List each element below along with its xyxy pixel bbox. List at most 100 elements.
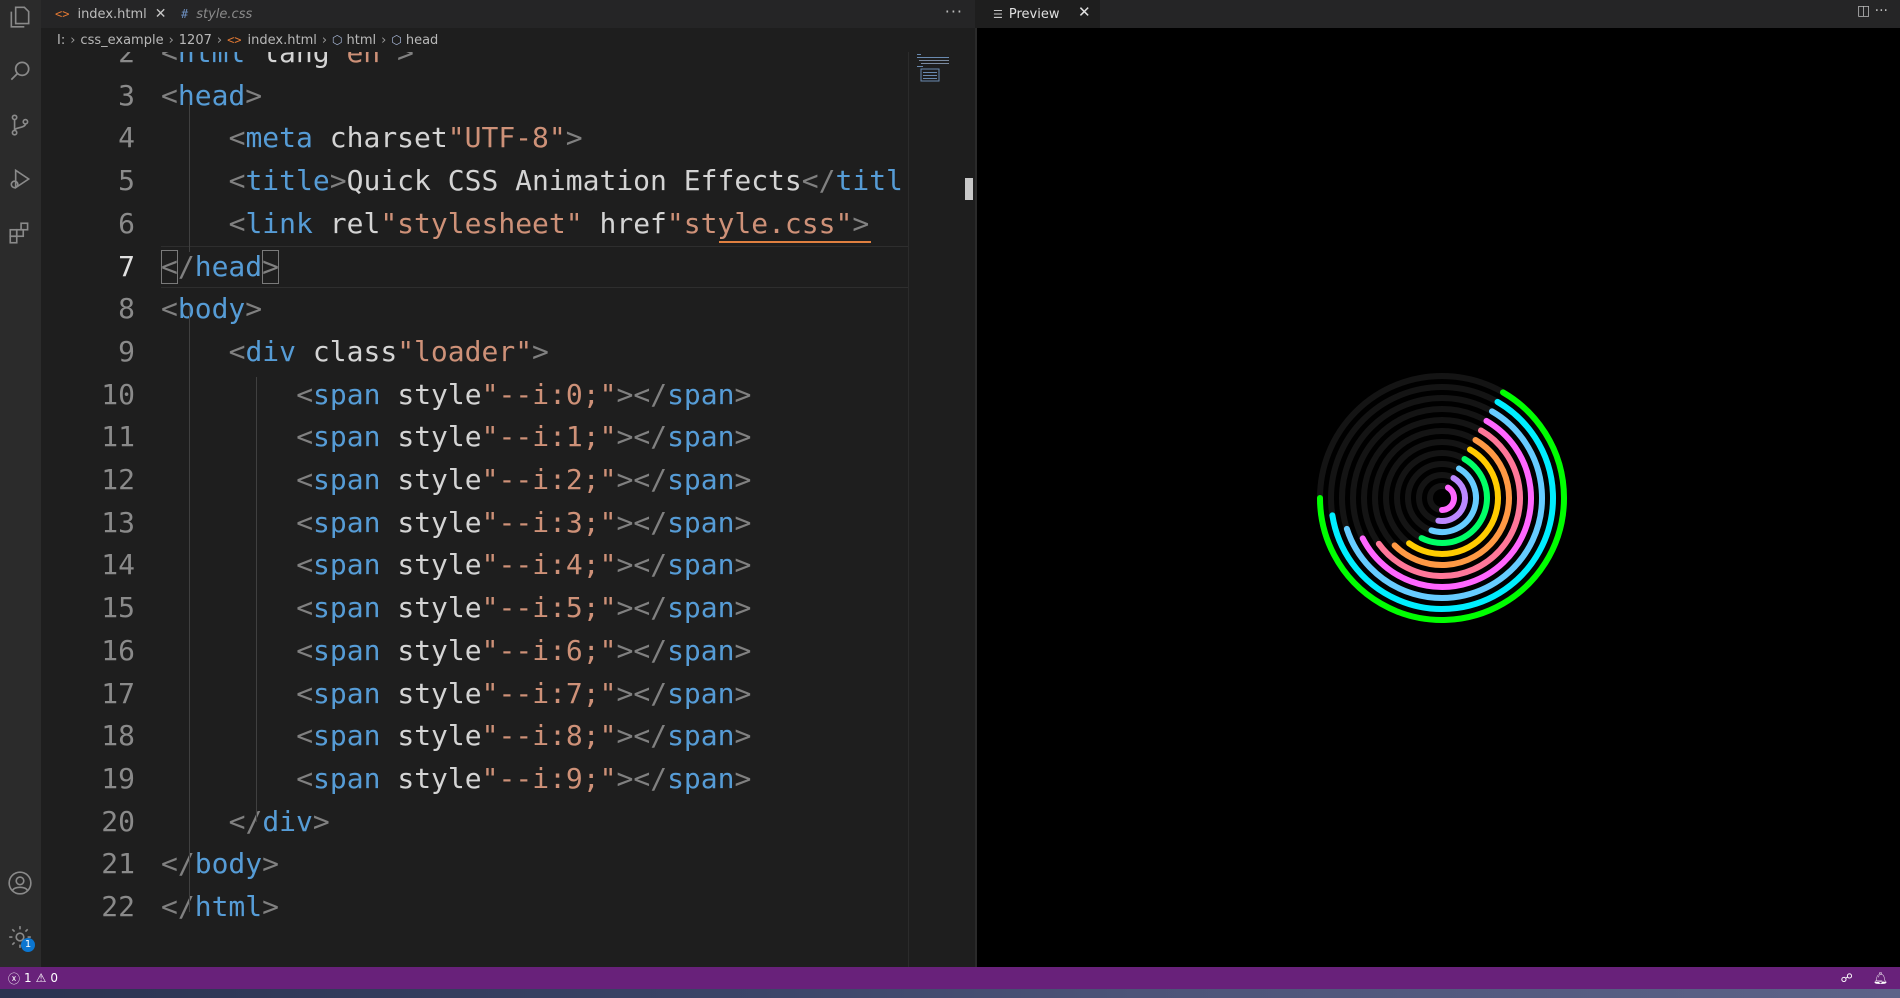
- code-line[interactable]: 11 <span style"--i:1;"></span>: [41, 416, 909, 458]
- breadcrumb-item[interactable]: I:: [57, 33, 65, 48]
- notifications-bell-icon[interactable]: 🔔︎: [1873, 971, 1888, 985]
- line-number: 3: [118, 78, 135, 112]
- line-number: 10: [101, 377, 135, 411]
- indent-guide: [256, 377, 258, 822]
- code-line[interactable]: 15 <span style"--i:5;"></span>: [41, 587, 909, 629]
- line-number: 17: [101, 676, 135, 710]
- line-number: 20: [101, 804, 135, 838]
- activity-bar: 1: [0, 0, 41, 967]
- code-line[interactable]: 16 <span style"--i:6;"></span>: [41, 630, 909, 672]
- more-actions-icon[interactable]: ···: [945, 2, 963, 21]
- source-control-icon[interactable]: [5, 110, 35, 140]
- code-text: </html>: [161, 890, 280, 923]
- code-text: <span style"--i:4;"></span>: [296, 548, 752, 582]
- settings-gear-icon[interactable]: 1: [5, 922, 35, 952]
- code-line[interactable]: 3 <head>: [41, 75, 909, 117]
- tab-style-css[interactable]: # style.css: [181, 0, 252, 28]
- code-text: <span style"--i:6;"></span>: [296, 633, 752, 667]
- code-line[interactable]: 2 <html lang"en">: [41, 52, 909, 74]
- line-number: 2: [118, 52, 135, 69]
- css-icon: #: [181, 7, 189, 21]
- feedback-icon[interactable]: ☍: [1841, 971, 1853, 985]
- code-line[interactable]: 22 </html>: [41, 886, 909, 928]
- run-debug-icon[interactable]: [5, 164, 35, 194]
- split-editor-icon[interactable]: ◫ ···: [1857, 3, 1888, 19]
- explorer-icon[interactable]: [5, 2, 35, 32]
- close-icon[interactable]: ✕: [155, 6, 167, 22]
- tab-label: index.html: [77, 6, 147, 22]
- code-line[interactable]: 17 <span style"--i:7;"></span>: [41, 673, 909, 715]
- breadcrumb-item[interactable]: 1207: [179, 33, 212, 48]
- breadcrumb-item[interactable]: css_example: [80, 33, 163, 48]
- line-number: 8: [118, 292, 135, 326]
- code-text: </body>: [161, 847, 280, 881]
- html-icon: <>: [55, 7, 70, 21]
- line-number: 15: [101, 591, 135, 625]
- account-icon[interactable]: [5, 868, 35, 898]
- code-text: <span style"--i:3;"></span>: [296, 505, 752, 539]
- indent-guide: [188, 102, 190, 252]
- breadcrumb-item[interactable]: index.html: [248, 33, 317, 48]
- code-line[interactable]: 20 </div>: [41, 801, 909, 843]
- code-line[interactable]: 6 <link rel"stylesheet" href"style.css">: [41, 203, 909, 245]
- loader-ring-arc: [1439, 484, 1457, 513]
- error-icon: ⓧ: [8, 971, 21, 986]
- code-line[interactable]: 12 <span style"--i:2;"></span>: [41, 459, 909, 501]
- code-text: <span style"--i:7;"></span>: [296, 676, 752, 710]
- code-text: <body>: [161, 292, 263, 326]
- preview-tab-label: Preview: [1008, 6, 1060, 22]
- warning-count: 0: [50, 971, 59, 985]
- line-number: 12: [101, 463, 135, 496]
- code-text: <span style"--i:0;"></span>: [296, 377, 752, 411]
- line-number: 9: [118, 334, 135, 368]
- close-icon[interactable]: ✕: [1078, 3, 1091, 21]
- code-line[interactable]: 4 <meta charset"UTF-8">: [41, 117, 909, 159]
- element-icon: ⬡: [391, 33, 402, 47]
- code-text: <html lang"en">: [161, 52, 414, 69]
- status-bar: ⓧ 1 ⚠ 0 ☍ 🔔︎: [0, 967, 1900, 989]
- line-number: 5: [118, 164, 135, 198]
- code-text: <title>Quick CSS Animation Effects</titl: [228, 164, 903, 198]
- code-line[interactable]: 21 </body>: [41, 843, 909, 885]
- code-text: <span style"--i:9;"></span>: [296, 761, 752, 795]
- code-editor[interactable]: 2 <html lang"en"> 3 <head> 4 <meta charset"UT…: [41, 52, 909, 967]
- tab-index-html[interactable]: <> index.html ✕: [55, 0, 167, 28]
- search-icon[interactable]: [5, 56, 35, 86]
- breadcrumb-item[interactable]: html: [347, 33, 377, 48]
- scrollbar-thumb[interactable]: [965, 178, 973, 200]
- preview-canvas: [977, 28, 1900, 967]
- code-text: <span style"--i:2;"></span>: [296, 463, 752, 496]
- code-text: <head>: [161, 78, 263, 112]
- lint-underline: [718, 240, 871, 243]
- minimap-preview-icon: [917, 54, 949, 82]
- preview-menu-icon: ☰: [993, 7, 1003, 21]
- line-number: 18: [101, 719, 135, 753]
- code-line[interactable]: 10 <span style"--i:0;"></span>: [41, 374, 909, 416]
- code-text: <meta charset"UTF-8">: [228, 121, 583, 155]
- editor-tab-bar: <> index.html ✕ # style.css ···: [41, 0, 975, 28]
- loader-animation: [1317, 373, 1567, 623]
- code-line[interactable]: 5 <title>Quick CSS Animation Effects</tit…: [41, 160, 909, 202]
- line-number: 7: [118, 249, 135, 283]
- code-line[interactable]: 19 <span style"--i:9;"></span>: [41, 758, 909, 800]
- settings-badge: 1: [21, 938, 35, 952]
- code-text: <link rel"stylesheet" href"style.css">: [228, 206, 870, 240]
- extensions-icon[interactable]: [5, 218, 35, 248]
- code-line[interactable]: 7 </head>: [41, 245, 909, 288]
- os-taskbar: [0, 989, 1900, 998]
- code-line[interactable]: 8 <body>: [41, 288, 909, 330]
- code-line[interactable]: 9 <div class"loader">: [41, 331, 909, 373]
- warning-icon: ⚠: [35, 971, 47, 985]
- problems-indicator[interactable]: ⓧ 1 ⚠ 0: [8, 970, 58, 987]
- tab-label: style.css: [196, 6, 253, 22]
- code-line[interactable]: 14 <span style"--i:4;"></span>: [41, 544, 909, 586]
- line-number: 22: [101, 890, 135, 923]
- code-text: <div class"loader">: [228, 334, 549, 368]
- code-line[interactable]: 18 <span style"--i:8;"></span>: [41, 715, 909, 757]
- breadcrumb-item[interactable]: head: [406, 33, 438, 48]
- code-text: <span style"--i:1;"></span>: [296, 420, 752, 454]
- code-line[interactable]: 13 <span style"--i:3;"></span>: [41, 502, 909, 544]
- line-number: 4: [118, 121, 135, 155]
- code-text: </div>: [228, 804, 330, 838]
- element-icon: ⬡: [332, 33, 343, 47]
